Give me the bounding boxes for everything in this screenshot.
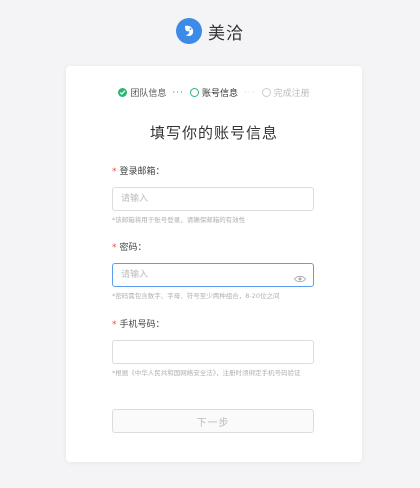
password-hint: *密码需包含数字、字母、符号至少两种组合，8-20位之间: [112, 292, 280, 300]
required-mark: *: [112, 243, 117, 253]
step-label: 完成注册: [273, 89, 310, 99]
brand-name: 美洽: [208, 23, 244, 44]
required-mark: *: [112, 167, 117, 177]
next-step-button[interactable]: 下一步: [112, 409, 314, 433]
password-field-group: * 密码： *密码需包含数字、字母、符号至少两种组合，8-20位之间: [112, 240, 314, 301]
password-input[interactable]: [112, 263, 314, 287]
phone-hint: *根据《中华人民共和国网络安全法》，注册时须绑定手机号码验证: [112, 369, 301, 377]
required-mark: *: [112, 320, 117, 330]
phone-input[interactable]: [112, 340, 314, 364]
step-team-info: 团队信息: [118, 86, 166, 99]
step-indicator: 团队信息 ··· 账号信息 ··· 完成注册: [66, 86, 362, 99]
password-label: * 密码：: [112, 243, 147, 253]
phone-field-group: * 手机号码： *根据《中华人民共和国网络安全法》，注册时须绑定手机号码验证: [112, 317, 314, 378]
pending-step-icon: [261, 88, 271, 97]
step-separator: ···: [172, 87, 184, 98]
step-account-info: 账号信息: [189, 86, 238, 99]
email-hint: *该邮箱将用于账号登录，请确保邮箱的有效性: [112, 216, 246, 224]
active-step-icon: [189, 88, 199, 97]
bird-logo-icon: [176, 18, 202, 44]
step-label: 账号信息: [201, 89, 238, 99]
register-card: 团队信息 ··· 账号信息 ··· 完成注册 填写你的账号信息 *登录邮箱： *…: [66, 66, 362, 462]
step-separator: ···: [244, 87, 256, 98]
eye-icon[interactable]: [293, 268, 307, 283]
step-label: 团队信息: [130, 89, 167, 99]
email-input[interactable]: [112, 187, 314, 211]
email-field-group: *登录邮箱： *该邮箱将用于账号登录，请确保邮箱的有效性: [112, 164, 314, 225]
phone-label: * 手机号码：: [112, 320, 165, 330]
page-title: 填写你的账号信息: [149, 124, 278, 142]
step-complete-register: 完成注册: [261, 86, 310, 99]
check-circle-icon: [118, 88, 128, 97]
brand-header: 美洽: [0, 18, 420, 44]
email-label: * 登录邮箱：: [112, 167, 165, 177]
